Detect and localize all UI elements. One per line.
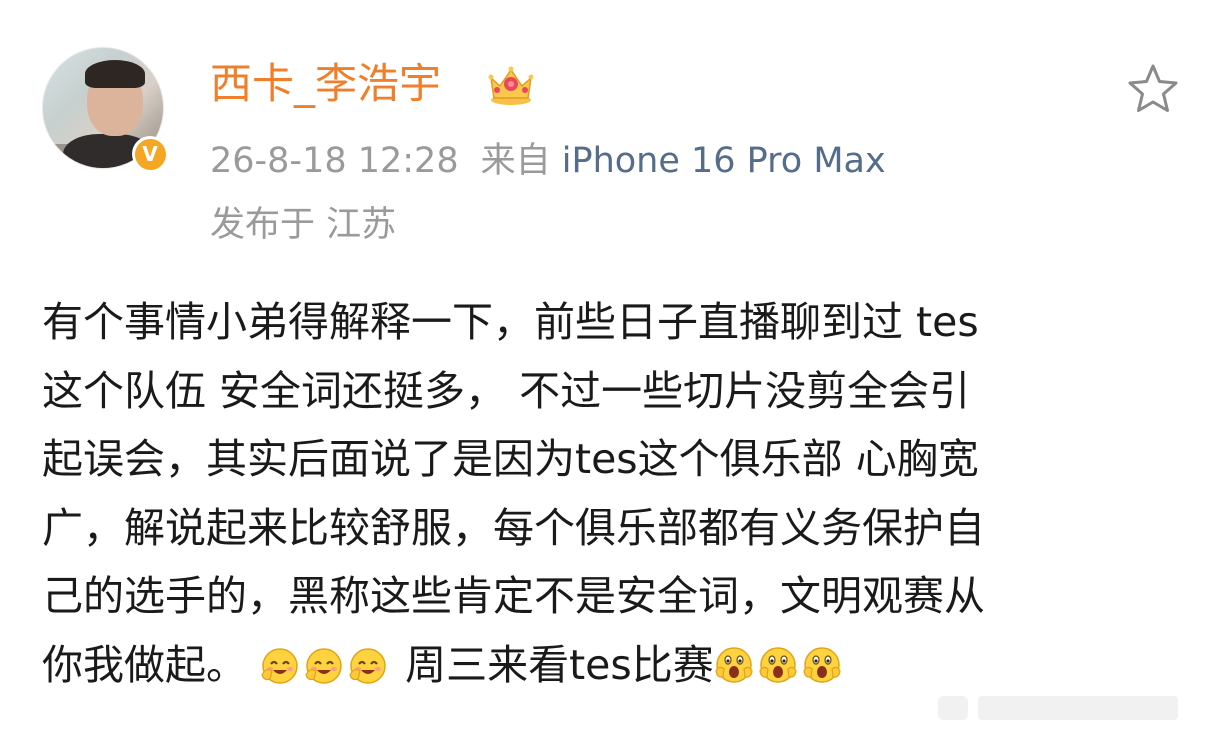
post-location: 发布于 江苏 <box>210 205 397 245</box>
salute-emoji-icon <box>349 647 386 684</box>
watermark <box>938 696 1178 720</box>
salute-emoji-icon <box>261 647 298 684</box>
post-meta: 26-8-18 12:28 来自 iPhone 16 Pro Max <box>210 138 886 184</box>
post-line: 己的选手的，黑称这些肯定不是安全词，文明观赛从 <box>42 572 985 620</box>
star-icon[interactable] <box>1126 62 1180 116</box>
shocked-emoji-icon <box>759 646 797 683</box>
avatar-hair <box>85 60 145 88</box>
crown-icon <box>488 66 534 105</box>
source-prefix: 来自 <box>480 141 551 181</box>
post-line-start: 你我做起。 <box>42 640 247 689</box>
post-line: 有个事情小弟得解释一下，前些日子直播聊到过 tes <box>42 298 979 346</box>
post-line: 广，解说起来比较舒服，每个俱乐部都有义务保护自 <box>42 503 985 552</box>
post-time: 26-8-18 12:28 <box>210 141 459 181</box>
post-body: 有个事情小弟得解释一下，前些日子直播聊到过 tes 这个队伍 安全词还挺多， 不… <box>42 288 1182 699</box>
shocked-emoji-icon <box>715 646 753 683</box>
device-link[interactable]: iPhone 16 Pro Max <box>562 141 886 181</box>
post-line: 起误会，其实后面说了是因为tes这个俱乐部 心胸宽 <box>42 435 979 483</box>
username[interactable]: 西卡_李浩宇 <box>210 56 441 112</box>
post-line: 这个队伍 安全词还挺多， 不过一些切片没剪全会引 <box>42 366 971 415</box>
verified-badge-label: V <box>134 138 166 170</box>
post-last-line: 你我做起。 周三来看tes比赛 <box>42 631 1182 700</box>
verified-badge-icon: V <box>132 136 168 172</box>
avatar-container[interactable]: V <box>42 47 170 175</box>
post-line-mid: 周三来看tes比赛 <box>392 640 714 689</box>
salute-emoji-icon <box>305 647 342 684</box>
shocked-emoji-icon <box>803 646 841 683</box>
